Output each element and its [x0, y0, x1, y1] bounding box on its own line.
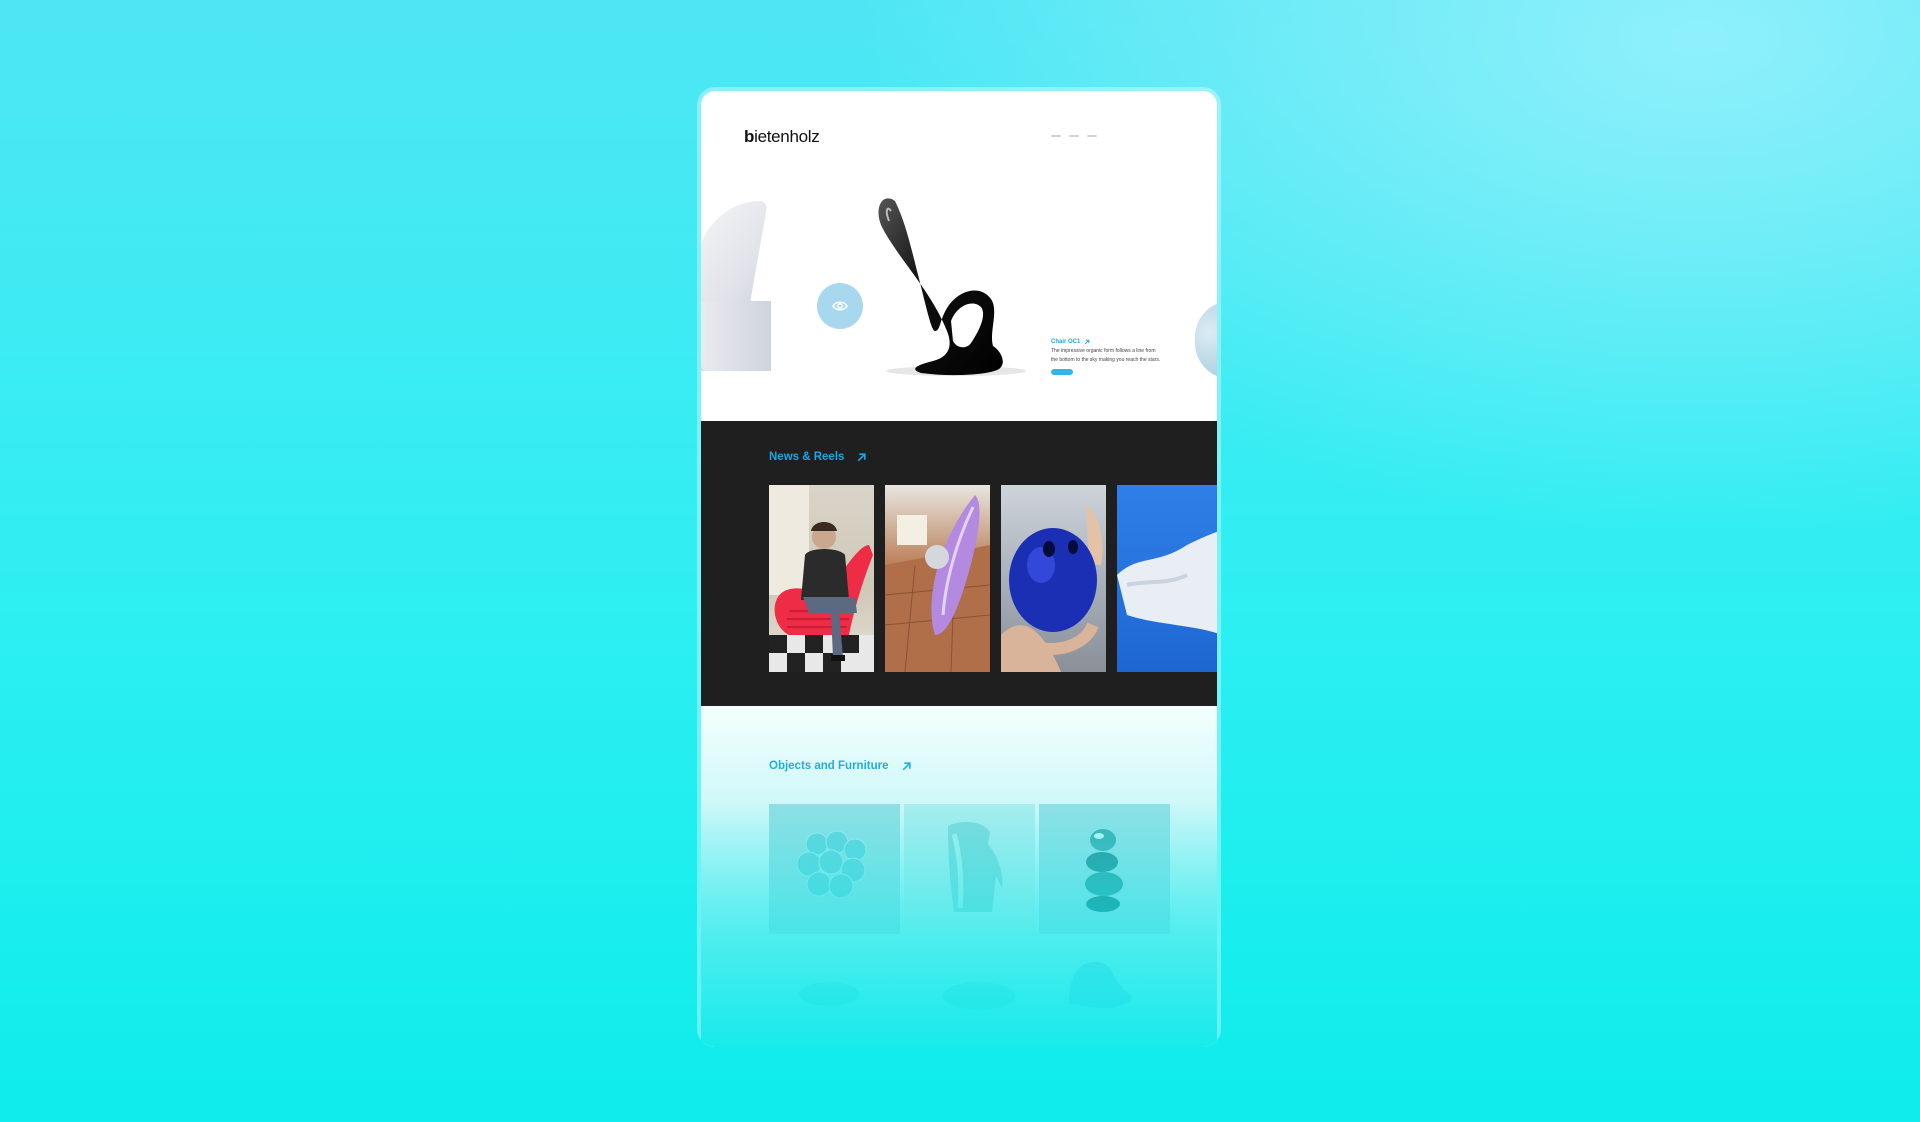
objects-furniture-section: Objects and Furniture	[701, 706, 1217, 1047]
object-card[interactable]	[904, 804, 1035, 934]
product-description: The impressive organic form follows a li…	[1051, 348, 1161, 363]
objects-furniture-heading[interactable]: Objects and Furniture	[769, 760, 912, 772]
arrow-up-right-icon	[858, 452, 867, 461]
website-screen: bietenholz Chair OC1 The impressive orga…	[701, 91, 1217, 1047]
product-caption: Chair OC1 The impressive organic form fo…	[1051, 339, 1161, 375]
objects-preview-row	[769, 954, 1217, 1024]
arrow-up-right-icon	[1085, 339, 1090, 345]
jug-image	[948, 822, 1003, 912]
nav-item[interactable]	[1051, 135, 1061, 137]
news-reels-heading[interactable]: News & Reels	[769, 451, 867, 463]
nav-item[interactable]	[1087, 135, 1097, 137]
previous-product-base	[701, 301, 771, 371]
reel-thumbnail[interactable]	[1117, 485, 1217, 672]
carousel-indicator[interactable]	[1051, 369, 1073, 375]
hero-section: Chair OC1 The impressive organic form fo…	[701, 151, 1217, 421]
reel-thumbnail[interactable]	[769, 485, 874, 672]
object-card[interactable]	[1039, 804, 1170, 934]
person-on-red-chair-image	[769, 485, 874, 672]
arrow-up-right-icon	[902, 761, 911, 770]
product-title-link[interactable]: Chair OC1	[1051, 339, 1161, 345]
white-object-image	[1117, 531, 1217, 634]
bubble-cluster-image	[796, 830, 867, 899]
brand-logo[interactable]: bietenholz	[744, 127, 820, 147]
faded-objects-image	[799, 961, 1132, 1010]
top-navigation	[1051, 135, 1097, 137]
reel-thumbnail[interactable]	[1001, 485, 1106, 672]
objects-grid	[769, 804, 1170, 934]
object-card[interactable]	[769, 804, 900, 934]
news-reels-section: News & Reels	[701, 421, 1217, 706]
reels-carousel	[769, 485, 1217, 672]
view-product-button[interactable]	[817, 283, 863, 329]
next-product-image[interactable]	[1195, 301, 1217, 379]
reel-thumbnail[interactable]	[885, 485, 990, 672]
purple-sculpture-image	[885, 495, 990, 672]
nav-item[interactable]	[1069, 135, 1079, 137]
device-frame: bietenholz Chair OC1 The impressive orga…	[697, 87, 1221, 1047]
stacked-stones-image	[1085, 829, 1123, 912]
blue-vase-image	[1001, 505, 1103, 672]
eye-icon	[832, 301, 848, 311]
